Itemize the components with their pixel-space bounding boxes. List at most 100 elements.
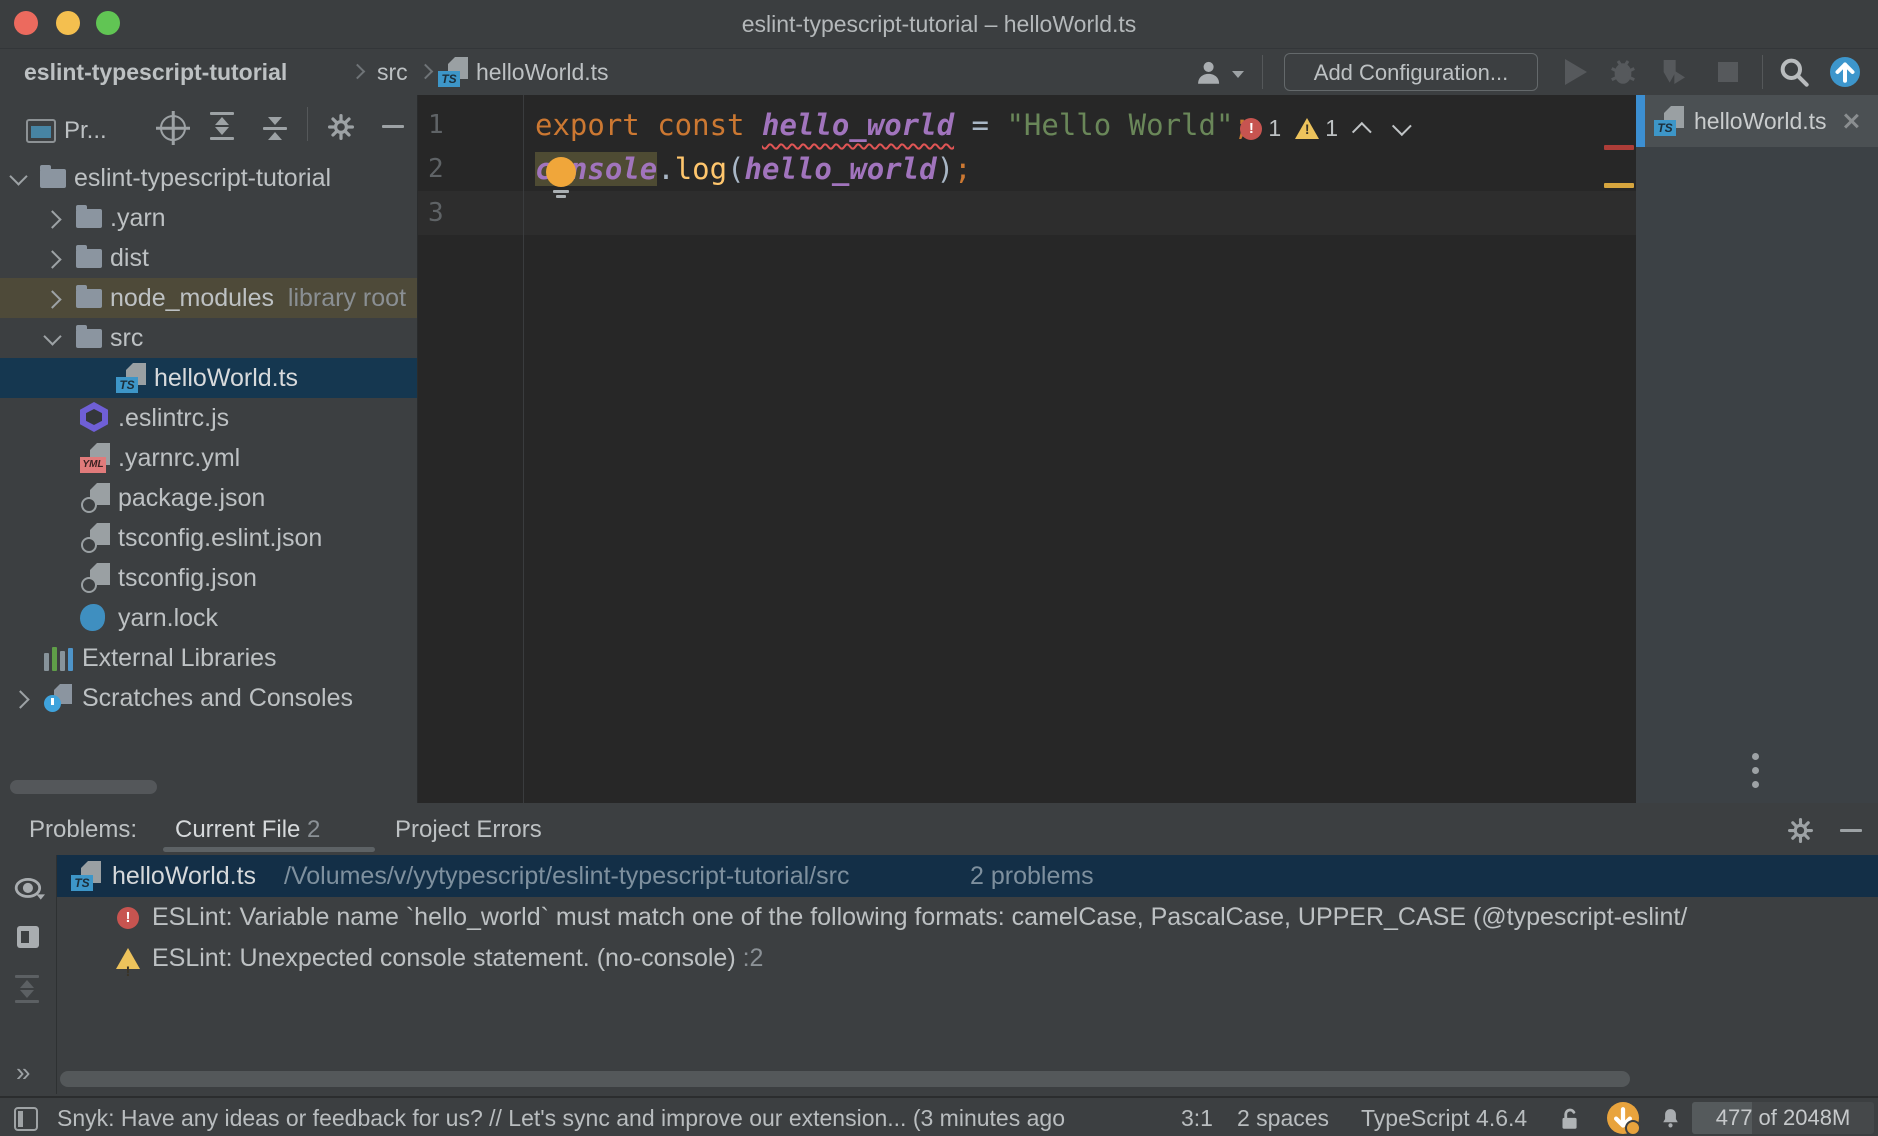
project-panel-icon[interactable]: [26, 119, 56, 143]
gear-icon[interactable]: [1788, 818, 1813, 843]
gear-icon[interactable]: [328, 114, 354, 140]
yaml-file-icon: YML: [80, 443, 110, 473]
tree-item-label: package.json: [118, 478, 265, 518]
gutter-separator: [523, 95, 524, 803]
hide-panel-icon[interactable]: [1840, 829, 1862, 832]
chevron-right-icon[interactable]: [43, 250, 61, 268]
status-message[interactable]: Snyk: Have any ideas or feedback for us?…: [57, 1098, 1065, 1136]
lock-open-icon[interactable]: [1556, 1106, 1582, 1132]
keyword-token: export: [535, 108, 657, 142]
warning-stripe-mark[interactable]: [1604, 183, 1634, 188]
chevron-down-icon[interactable]: [9, 167, 27, 185]
tree-item-package-json[interactable]: package.json: [0, 478, 417, 518]
line-number[interactable]: 2: [428, 147, 468, 191]
string-token: "Hello World": [1006, 108, 1233, 142]
error-stripe-mark[interactable]: [1604, 145, 1634, 150]
code-editor[interactable]: 1 2 3 export const hello_world = "Hello …: [418, 95, 1636, 803]
add-configuration-button[interactable]: Add Configuration...: [1284, 53, 1538, 91]
project-horizontal-scrollbar[interactable]: [10, 780, 157, 794]
ts-badge: TS: [71, 875, 93, 891]
chevron-right-icon[interactable]: [11, 690, 29, 708]
stop-icon[interactable]: [1718, 62, 1738, 82]
project-panel-title[interactable]: Pr...: [64, 117, 107, 145]
tree-item-src[interactable]: src: [0, 318, 417, 358]
tree-item-scratches[interactable]: Scratches and Consoles: [0, 678, 417, 718]
tree-item-label: .yarnrc.yml: [118, 438, 240, 478]
run-icon[interactable]: [1565, 59, 1587, 85]
line-number[interactable]: 3: [428, 191, 468, 235]
tree-item-label: node_modules library root: [110, 278, 406, 318]
json-gear-badge: [81, 577, 97, 593]
more-options-icon[interactable]: [1752, 753, 1760, 795]
folder-icon: [40, 169, 66, 188]
file-path: /Volumes/v/yytypescript/eslint-typescrip…: [284, 855, 849, 897]
indent-setting[interactable]: 2 spaces: [1237, 1098, 1329, 1136]
search-everywhere-icon[interactable]: [1778, 56, 1810, 88]
locate-file-icon[interactable]: [160, 115, 186, 141]
breadcrumb-file[interactable]: helloWorld.ts: [476, 49, 609, 95]
chevron-down-icon[interactable]: [1232, 71, 1244, 78]
folder-icon: [76, 249, 102, 268]
tree-item-node-modules[interactable]: node_modules library root: [0, 278, 417, 318]
tool-window-switcher-icon[interactable]: [14, 1107, 38, 1131]
tree-item-tsconfig-eslint[interactable]: tsconfig.eslint.json: [0, 518, 417, 558]
file-name: helloWorld.ts: [112, 855, 256, 897]
expand-all-dim-icon[interactable]: [15, 975, 39, 1003]
debug-icon[interactable]: [1608, 56, 1638, 86]
chevron-right-icon[interactable]: [43, 210, 61, 228]
chevron-down-icon[interactable]: [43, 327, 61, 345]
variable-token-error: hello_world: [762, 108, 954, 142]
line-number[interactable]: 1: [428, 103, 468, 147]
tree-item-dist[interactable]: dist: [0, 238, 417, 278]
inspections-widget[interactable]: 11: [1240, 115, 1406, 143]
tree-item-label: .eslintrc.js: [118, 398, 229, 438]
tree-item-project-root[interactable]: eslint-typescript-tutorial: [0, 158, 417, 198]
typescript-file-icon: TS: [438, 57, 468, 87]
code-line-1[interactable]: export const hello_world = "Hello World"…: [535, 103, 1251, 147]
tab-project-errors[interactable]: Project Errors: [395, 805, 542, 855]
tree-item-external-libraries[interactable]: External Libraries: [0, 638, 417, 678]
notifications-bell-icon[interactable]: [1658, 1106, 1683, 1131]
bar: [44, 653, 49, 671]
open-preview-icon[interactable]: [17, 926, 39, 948]
json-file-icon: [80, 483, 110, 513]
close-tab-icon[interactable]: [1842, 112, 1860, 130]
memory-indicator[interactable]: 477 of 2048M: [1692, 1102, 1874, 1134]
breadcrumb-folder[interactable]: src: [377, 49, 408, 95]
problem-row-error[interactable]: ESLint: Variable name `hello_world` must…: [57, 897, 1878, 938]
hide-panel-icon[interactable]: [382, 125, 404, 128]
tree-item-label: .yarn: [110, 198, 166, 238]
tree-item-eslintrc[interactable]: .eslintrc.js: [0, 398, 417, 438]
tree-item-yarnrc[interactable]: YML .yarnrc.yml: [0, 438, 417, 478]
code-line-2[interactable]: console.log(hello_world);: [535, 147, 972, 191]
tree-item-label: tsconfig.eslint.json: [118, 518, 322, 558]
next-problem-icon[interactable]: [1392, 116, 1412, 136]
expand-all-icon[interactable]: [210, 112, 234, 140]
typescript-version[interactable]: TypeScript 4.6.4: [1361, 1098, 1527, 1136]
show-hidden-icon[interactable]: »: [16, 1057, 30, 1088]
problem-row-warning[interactable]: ESLint: Unexpected console statement. (n…: [57, 938, 1878, 979]
problems-file-row[interactable]: TS helloWorld.ts /Volumes/v/yytypescript…: [57, 855, 1878, 897]
tree-item-yarn-lock[interactable]: yarn.lock: [0, 598, 417, 638]
chevron-right-icon[interactable]: [43, 290, 61, 308]
snyk-update-icon[interactable]: [1607, 1102, 1639, 1134]
tree-item-helloworld-ts[interactable]: TS helloWorld.ts: [0, 358, 417, 398]
user-account-icon[interactable]: [1196, 59, 1224, 86]
previous-problem-icon[interactable]: [1352, 121, 1372, 141]
caret-position[interactable]: 3:1: [1181, 1098, 1213, 1136]
run-with-coverage-icon[interactable]: [1656, 56, 1690, 88]
breadcrumb-project[interactable]: eslint-typescript-tutorial: [24, 49, 287, 95]
problems-tool-window: Problems: Current File 2 Project Errors …: [0, 805, 1878, 1094]
tree-item-tsconfig[interactable]: tsconfig.json: [0, 558, 417, 598]
collapse-all-icon[interactable]: [263, 115, 287, 142]
editor-tab-helloworld[interactable]: TS helloWorld.ts: [1636, 95, 1878, 147]
view-options-eye-icon[interactable]: [13, 878, 45, 900]
intention-lightbulb-icon[interactable]: [546, 157, 576, 187]
switcher-fill: [18, 1111, 23, 1127]
problems-horizontal-scrollbar[interactable]: [60, 1071, 1630, 1087]
tab-label: Current File: [175, 816, 300, 843]
tree-item-yarn[interactable]: .yarn: [0, 198, 417, 238]
warning-icon: [1295, 118, 1319, 139]
update-available-icon[interactable]: [1830, 57, 1860, 87]
project-panel-header: Pr...: [0, 95, 417, 153]
